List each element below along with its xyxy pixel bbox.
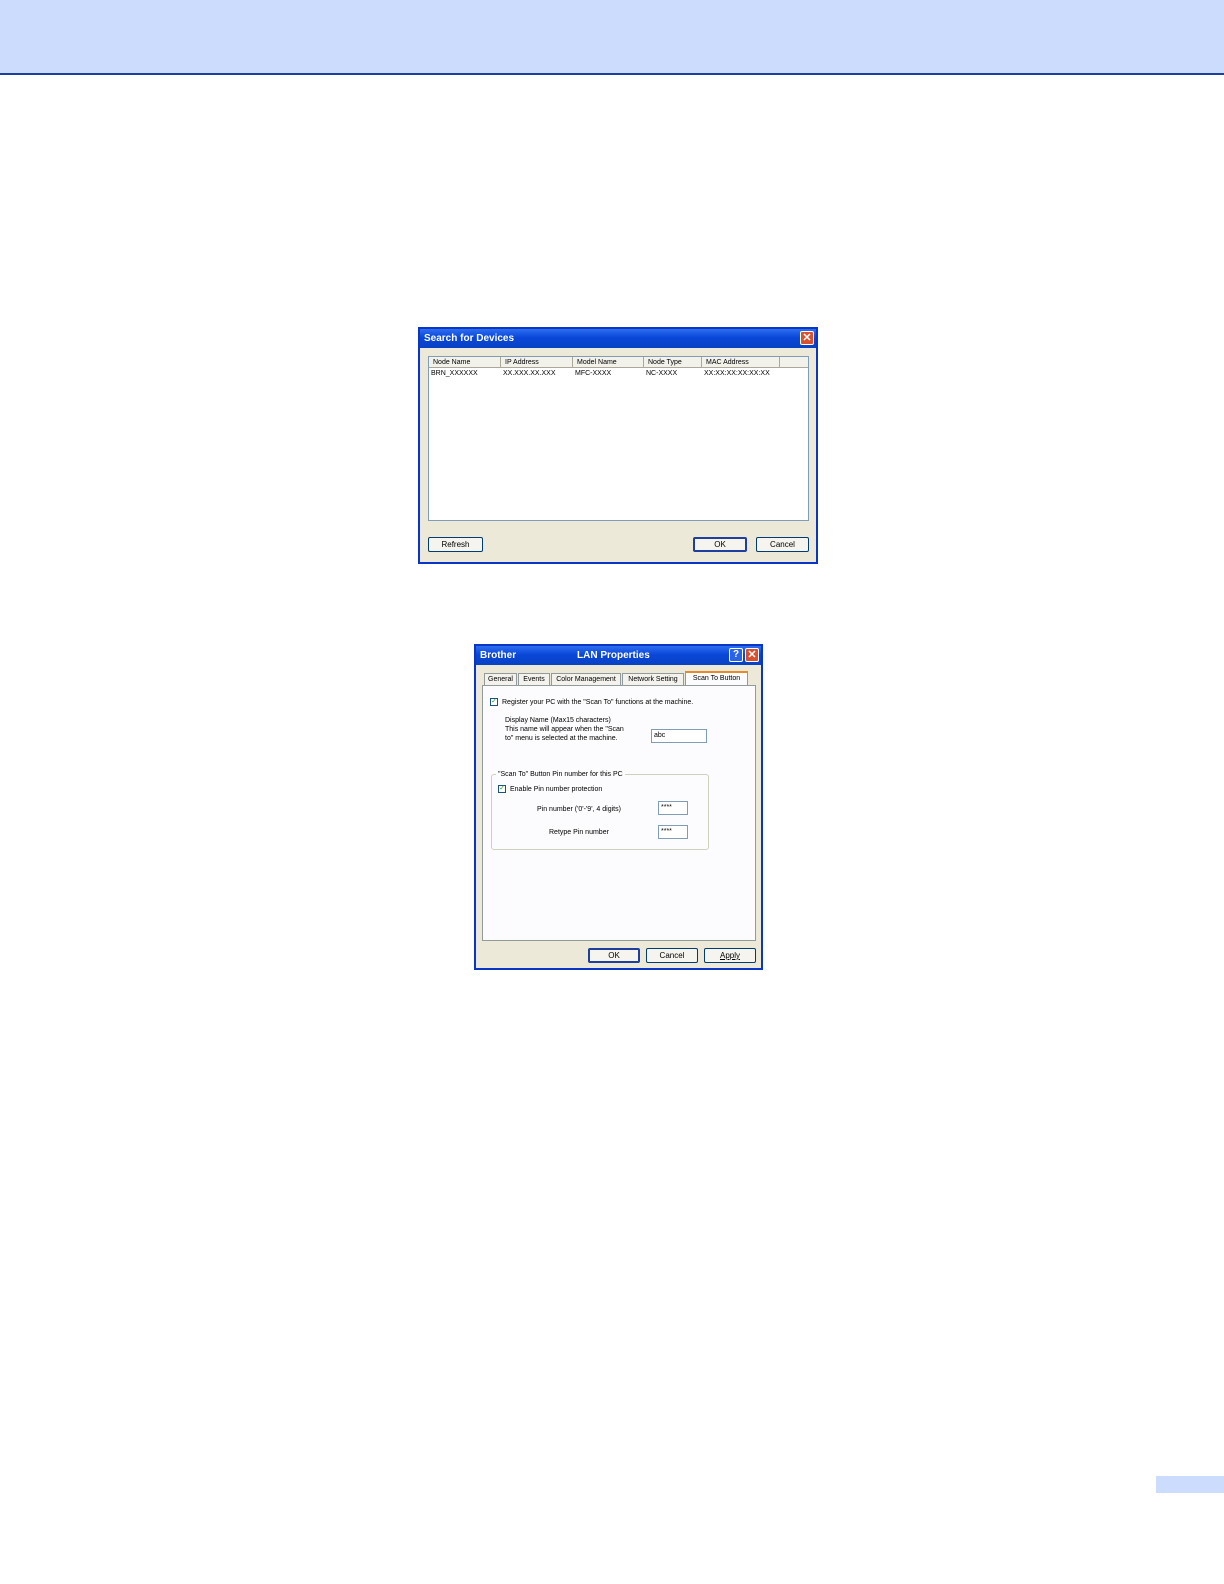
apply-button[interactable]: Apply [704, 948, 756, 963]
column-mac-address[interactable]: MAC Address [702, 357, 780, 368]
cell-mac-address: XX:XX:XX:XX:XX:XX [704, 370, 770, 377]
column-model-name[interactable]: Model Name [573, 357, 644, 368]
lan-properties-dialog: Brother LAN Properties ? ✕ General Event… [474, 644, 763, 970]
pin-number-input[interactable]: **** [658, 801, 688, 815]
list-item[interactable]: BRN_XXXXXX XX.XXX.XX.XXX MFC-XXXX NC-XXX… [429, 369, 780, 379]
page-number-tab [1156, 1476, 1224, 1493]
cell-node-type: NC-XXXX [646, 370, 678, 377]
register-checkbox[interactable]: ✓ [490, 698, 498, 706]
column-node-type[interactable]: Node Type [644, 357, 702, 368]
display-name-help-1: This name will appear when the "Scan [505, 726, 624, 733]
cancel-button[interactable]: Cancel [646, 948, 698, 963]
lan-dialog-title-right: LAN Properties [577, 650, 650, 661]
cell-ip-address: XX.XXX.XX.XXX [503, 370, 556, 377]
search-devices-dialog: Search for Devices ✕ Node Name IP Addres… [418, 327, 818, 564]
enable-pin-label: Enable Pin number protection [510, 786, 603, 793]
retype-pin-label: Retype Pin number [549, 829, 609, 836]
close-icon[interactable]: ✕ [745, 648, 759, 662]
column-spacer [780, 357, 808, 368]
column-ip-address[interactable]: IP Address [501, 357, 573, 368]
display-name-help-2: to" menu is selected at the machine. [505, 735, 618, 742]
tab-scan-to-button[interactable]: Scan To Button [685, 671, 748, 686]
column-node-name[interactable]: Node Name [429, 357, 501, 368]
device-list-header: Node Name IP Address Model Name Node Typ… [429, 357, 808, 368]
lan-dialog-title-left: Brother [480, 650, 517, 661]
help-icon[interactable]: ? [729, 648, 743, 662]
register-label: Register your PC with the "Scan To" func… [502, 699, 694, 706]
retype-pin-input[interactable]: **** [658, 825, 688, 839]
pin-number-label: Pin number ('0'-'9', 4 digits) [537, 806, 621, 813]
page-header-band [0, 0, 1224, 75]
pin-group-label: "Scan To" Button Pin number for this PC [496, 770, 625, 779]
ok-button[interactable]: OK [693, 537, 747, 552]
enable-pin-checkbox[interactable]: ✓ [498, 785, 506, 793]
pin-groupbox: "Scan To" Button Pin number for this PC … [491, 770, 709, 850]
search-dialog-titlebar: Search for Devices [420, 329, 816, 348]
cancel-button[interactable]: Cancel [756, 537, 809, 552]
cell-model-name: MFC-XXXX [575, 370, 612, 377]
cell-node-name: BRN_XXXXXX [431, 370, 478, 377]
scan-to-button-panel: ✓ Register your PC with the "Scan To" fu… [482, 685, 756, 941]
refresh-button[interactable]: Refresh [428, 537, 483, 552]
display-name-input[interactable]: abc [651, 729, 707, 743]
device-list[interactable]: Node Name IP Address Model Name Node Typ… [428, 356, 809, 521]
lan-dialog-titlebar: Brother LAN Properties [476, 646, 761, 665]
ok-button[interactable]: OK [588, 948, 640, 963]
close-icon[interactable]: ✕ [800, 331, 814, 345]
search-dialog-title: Search for Devices [424, 333, 515, 344]
display-name-label: Display Name (Max15 characters) [505, 717, 611, 724]
